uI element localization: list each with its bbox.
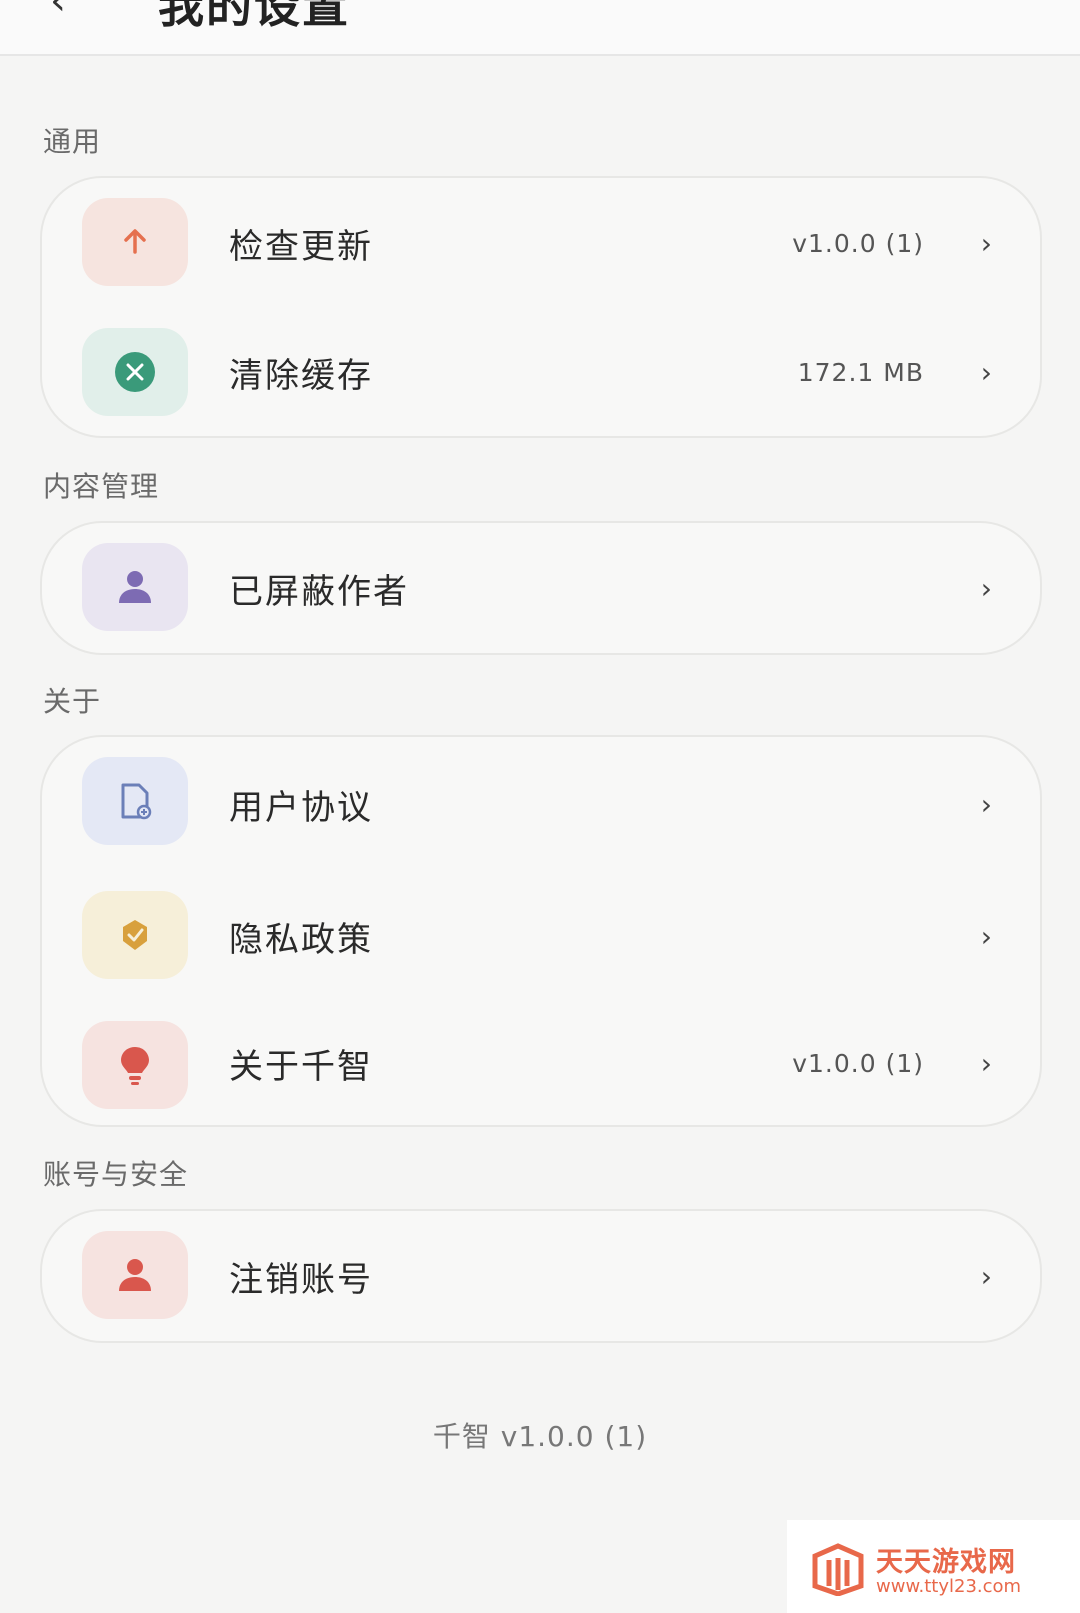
blocked-authors-label: 已屏蔽作者 bbox=[229, 571, 409, 612]
section-label-about: 关于 bbox=[43, 685, 102, 718]
chevron-right-icon: › bbox=[980, 226, 992, 260]
watermark: 天天游戏网 www.ttyl23.com bbox=[787, 1520, 1080, 1613]
section-label-content: 内容管理 bbox=[43, 470, 160, 503]
card-content: 已屏蔽作者 › bbox=[40, 521, 1042, 655]
privacy-policy-label: 隐私政策 bbox=[229, 919, 373, 960]
check-update-label: 检查更新 bbox=[229, 226, 373, 267]
section-label-general: 通用 bbox=[43, 125, 102, 158]
card-about: 用户协议 › 隐私政策 › 关于千智 v1.0.0 (1) › bbox=[40, 735, 1042, 1127]
person-icon bbox=[82, 543, 188, 631]
chevron-right-icon: › bbox=[980, 1259, 992, 1293]
watermark-title: 天天游戏网 bbox=[876, 1547, 1016, 1578]
person-icon bbox=[82, 1231, 188, 1319]
app-header: ‹ 我的设置 bbox=[0, 0, 1080, 56]
lightbulb-icon bbox=[82, 1021, 188, 1109]
blocked-authors-row[interactable]: 已屏蔽作者 › bbox=[42, 523, 1040, 653]
watermark-url: www.ttyl23.com bbox=[876, 1576, 1022, 1597]
chevron-right-icon: › bbox=[980, 355, 992, 389]
section-label-account: 账号与安全 bbox=[43, 1158, 189, 1191]
clear-circle-icon bbox=[82, 328, 188, 416]
card-general: 检查更新 v1.0.0 (1) › 清除缓存 172.1 MB › bbox=[40, 176, 1042, 438]
about-app-label: 关于千智 bbox=[229, 1046, 373, 1087]
page-title: 我的设置 bbox=[158, 0, 350, 33]
watermark-logo-icon bbox=[812, 1543, 864, 1596]
back-arrow-icon[interactable]: ‹ bbox=[50, 0, 66, 24]
card-account: 注销账号 › bbox=[40, 1209, 1042, 1343]
user-agreement-row[interactable]: 用户协议 › bbox=[42, 737, 1040, 871]
clear-cache-value: 172.1 MB bbox=[797, 357, 924, 387]
footer-version: 千智 v1.0.0 (1) bbox=[432, 1420, 648, 1453]
clear-cache-label: 清除缓存 bbox=[229, 355, 373, 396]
delete-account-label: 注销账号 bbox=[229, 1259, 373, 1300]
privacy-policy-row[interactable]: 隐私政策 › bbox=[42, 871, 1040, 1001]
document-icon bbox=[82, 757, 188, 845]
arrow-up-icon bbox=[82, 198, 188, 286]
about-app-value: v1.0.0 (1) bbox=[792, 1048, 924, 1078]
check-update-value: v1.0.0 (1) bbox=[792, 228, 924, 258]
check-update-row[interactable]: 检查更新 v1.0.0 (1) › bbox=[42, 178, 1040, 308]
delete-account-row[interactable]: 注销账号 › bbox=[42, 1211, 1040, 1341]
chevron-right-icon: › bbox=[980, 571, 992, 605]
chevron-right-icon: › bbox=[980, 1046, 992, 1080]
about-app-row[interactable]: 关于千智 v1.0.0 (1) › bbox=[42, 1001, 1040, 1125]
chevron-right-icon: › bbox=[980, 787, 992, 821]
clear-cache-row[interactable]: 清除缓存 172.1 MB › bbox=[42, 308, 1040, 436]
user-agreement-label: 用户协议 bbox=[229, 787, 373, 828]
shield-check-icon bbox=[82, 891, 188, 979]
chevron-right-icon: › bbox=[980, 919, 992, 953]
